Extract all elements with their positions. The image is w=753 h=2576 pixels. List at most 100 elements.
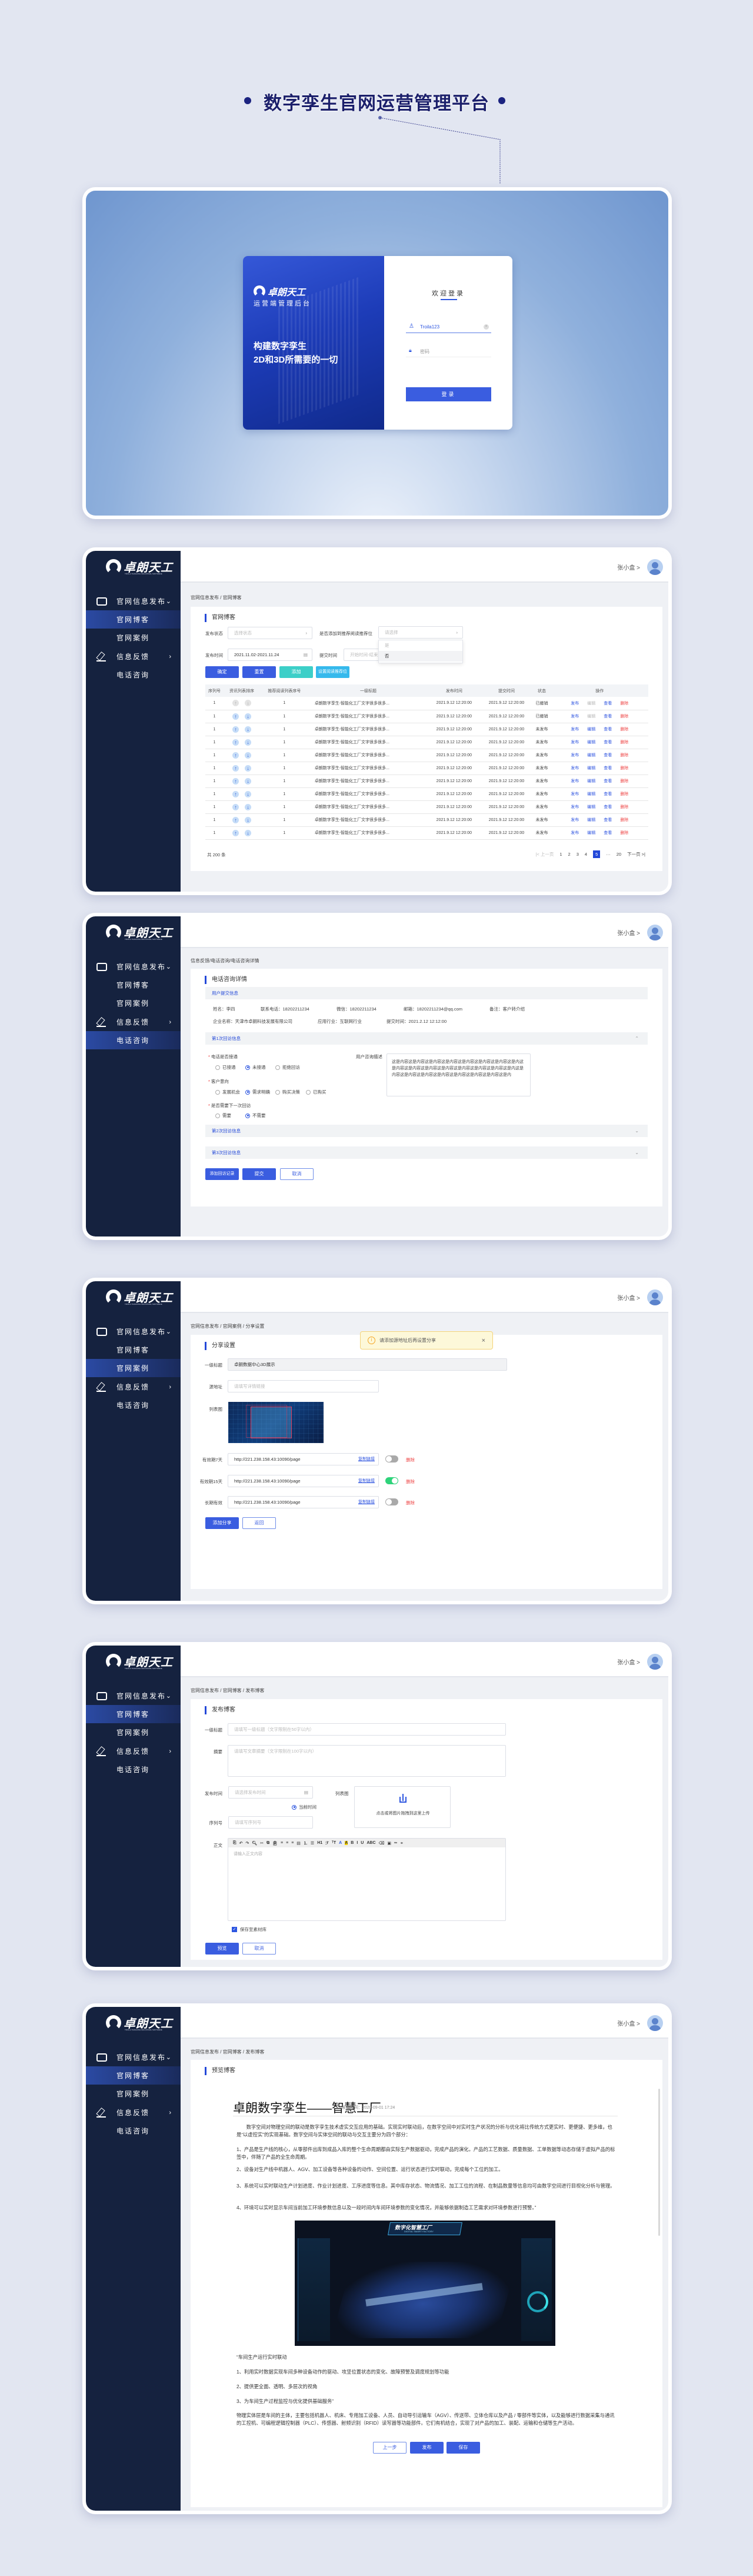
align-right-icon[interactable]: ≡ [291,1841,294,1845]
back-button[interactable]: 返回 [242,1517,276,1529]
sidebar-group-0[interactable]: 官网信息发布 ⌄ [86,958,181,976]
delete-link[interactable]: 删除 [620,714,628,719]
view-link[interactable]: 查看 [604,792,612,796]
sidebar-group-1[interactable]: 信息反馈 › [86,2103,181,2122]
highlight-icon[interactable]: A [345,1841,348,1845]
view-link[interactable]: 查看 [604,714,612,719]
edit-link[interactable]: 编辑 [587,818,595,822]
arrow-down-icon[interactable]: ↓ [245,726,251,733]
sidebar-item[interactable]: 官网博客 [86,976,181,994]
sidebar-item[interactable]: 官网案例 [86,1359,181,1377]
publish-link[interactable]: 发布 [571,753,579,757]
password-field[interactable]: 🔒︎ 密码 [406,345,491,357]
sidebar-item[interactable]: 官网博客 [86,610,181,629]
page-button[interactable]: ··· [606,852,611,857]
view-link[interactable]: 查看 [604,740,612,744]
source-icon[interactable]: ⎘ [233,1841,236,1846]
current-time-radio[interactable]: 当前时间 [292,1804,316,1810]
arrow-down-icon[interactable]: ↓ [245,829,251,836]
delete-link[interactable]: 删除 [406,1457,415,1463]
delete-link[interactable]: 删除 [620,766,628,770]
italic-icon[interactable]: I [356,1841,358,1845]
radio-no-need[interactable]: 不需要 [245,1112,266,1119]
arrow-down-icon[interactable]: ↓ [245,790,251,797]
align-center-icon[interactable]: ≡ [286,1841,288,1845]
arrow-up-icon[interactable]: ↑ [232,829,239,836]
radio-intent-opportunity[interactable]: 发展机会 [215,1089,240,1095]
view-link[interactable]: 查看 [604,831,612,835]
visit1-section[interactable]: 第1次回访信息 ⌃ [205,1032,648,1045]
delete-link[interactable]: 删除 [406,1500,415,1506]
publish-link[interactable]: 发布 [571,766,579,770]
arrow-down-icon[interactable]: ↓ [245,803,251,810]
underline-icon[interactable]: U [361,1841,364,1845]
heading-icon[interactable]: H1 [317,1841,322,1845]
add-button[interactable]: 添加 [279,666,313,678]
view-link[interactable]: 查看 [604,727,612,732]
redo-icon[interactable]: ↷ [245,1841,249,1846]
clear-icon[interactable]: × [484,324,489,330]
delete-link[interactable]: 删除 [620,805,628,809]
arrow-up-icon[interactable]: ↑ [232,726,239,733]
publish-time-picker[interactable]: 请选择发布时间 ▤ [228,1786,313,1799]
edit-link[interactable]: 编辑 [587,740,595,744]
justify-icon[interactable]: ▤ [296,1841,301,1846]
avatar[interactable] [647,1654,663,1670]
align-left-icon[interactable]: ≡ [281,1841,283,1845]
user-menu[interactable]: 张小盒 > [617,1293,640,1302]
sidebar-group-1[interactable]: 信息反馈 › [86,1378,181,1396]
sidebar-item[interactable]: 官网案例 [86,629,181,647]
radio-intent-clear[interactable]: 需求明确 [245,1089,270,1095]
confirm-button[interactable]: 确定 [205,666,239,678]
arrow-down-icon[interactable]: ↓ [245,700,251,707]
radio-connected[interactable]: 已接通 [215,1064,236,1071]
arrow-down-icon[interactable]: ↓ [245,816,251,823]
add-share-button[interactable]: 添加分享 [205,1517,239,1529]
copy-link-button[interactable]: 复制链接 [358,1454,375,1465]
delete-link[interactable]: 删除 [620,792,628,796]
view-link[interactable]: 查看 [604,818,612,822]
sidebar-group-0[interactable]: 官网信息发布 ⌄ [86,2048,181,2066]
radio-refused[interactable]: 拒绝回访 [275,1064,300,1071]
arrow-up-icon[interactable]: ↑ [232,765,239,772]
sidebar-item[interactable]: 官网案例 [86,994,181,1012]
preview-icon[interactable]: 🔍︎ [252,1841,257,1846]
delete-link[interactable]: 删除 [620,727,628,732]
edit-link[interactable]: 编辑 [587,766,595,770]
arrow-down-icon[interactable]: ↓ [245,739,251,746]
radio-need[interactable]: 需要 [215,1112,231,1119]
next-page-button[interactable]: 下一页 >| [627,851,645,857]
delete-link[interactable]: 删除 [620,818,628,822]
view-link[interactable]: 查看 [604,766,612,770]
page-button[interactable]: 1 [559,852,562,857]
link-icon[interactable]: ∞ [394,1841,397,1845]
chevron-down-icon[interactable]: ⌄ [166,1692,171,1700]
chevron-right-icon[interactable]: › [169,1019,171,1026]
arrow-down-icon[interactable]: ↓ [245,777,251,785]
copy-link-button[interactable]: 复制链接 [358,1475,375,1487]
chevron-down-icon[interactable]: ⌄ [166,963,171,970]
source-url-input[interactable]: 请填写详情链接 [228,1380,379,1392]
sidebar-item[interactable]: 官网案例 [86,1723,181,1741]
sidebar-group-1[interactable]: 信息反馈 › [86,647,181,666]
arrow-down-icon[interactable]: ↓ [245,765,251,772]
user-menu[interactable]: 张小盒 > [617,2019,640,2027]
delete-link[interactable]: 删除 [620,740,628,744]
chevron-down-icon[interactable]: ⌄ [166,597,171,605]
user-menu[interactable]: 张小盒 > [617,1657,640,1666]
publish-button[interactable]: 发布 [410,2442,444,2454]
summary-textarea[interactable]: 请填写文章摘要（文字限制在100字以内） [228,1745,506,1777]
unlink-icon[interactable]: ⚭ [400,1841,404,1846]
status-filter-select[interactable]: 选择状态 › [228,627,312,639]
share-link-field[interactable]: http://221.238.158.43:10090/page 复制链接 [228,1475,379,1487]
font-color-icon[interactable]: A [339,1841,342,1845]
ordered-list-icon[interactable]: ⒈ [304,1840,308,1846]
sidebar-item[interactable]: 电话咨询 [86,666,181,684]
page-button[interactable]: 3 [577,852,579,857]
dropdown-option[interactable]: 否 [379,651,462,662]
arrow-up-icon[interactable]: ↑ [232,752,239,759]
image-icon[interactable]: ▣ [387,1841,391,1846]
arrow-down-icon[interactable]: ↓ [245,752,251,759]
paste-icon[interactable]: 📋︎ [272,1841,278,1846]
arrow-up-icon[interactable]: ↑ [232,739,239,746]
